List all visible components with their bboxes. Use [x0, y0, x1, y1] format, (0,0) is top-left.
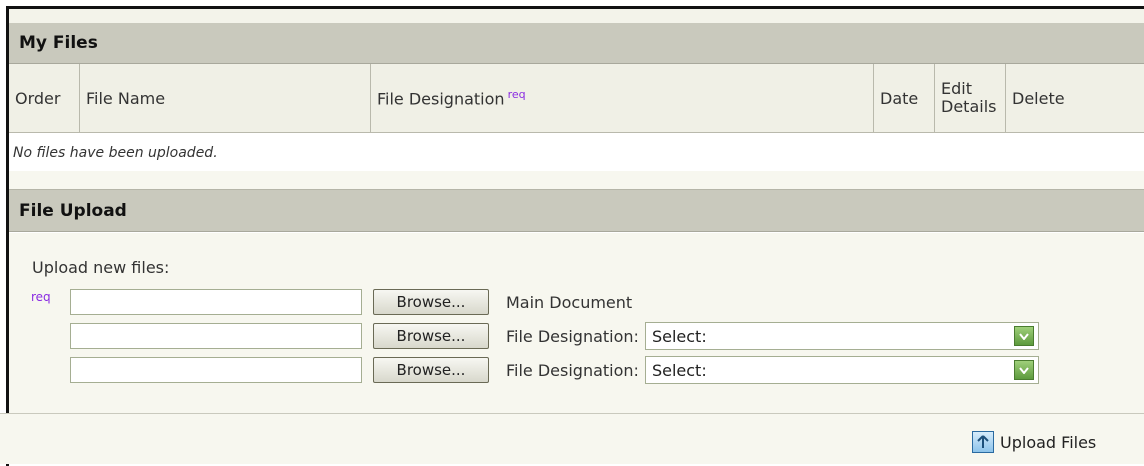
file-designation-label: File Designation:: [506, 327, 639, 346]
column-order[interactable]: Order: [9, 64, 80, 133]
req-marker: req: [508, 88, 526, 101]
file-path-input[interactable]: [70, 289, 362, 315]
chevron-down-icon[interactable]: [1014, 326, 1034, 346]
upload-files-label[interactable]: Upload Files: [1000, 433, 1096, 452]
select-value: Select:: [652, 327, 707, 346]
section-gap: [9, 171, 1144, 189]
browse-button[interactable]: Browse...: [373, 357, 489, 383]
main-document-label: Main Document: [506, 293, 632, 312]
upload-arrow-icon[interactable]: [972, 431, 994, 453]
req-marker: req: [31, 290, 51, 304]
files-table-header-row: Order File Name File Designationreq Date…: [9, 64, 1144, 133]
column-delete[interactable]: Delete: [1006, 64, 1144, 133]
content-frame: My Files Order File Name File Designatio…: [6, 6, 1144, 466]
upload-row-3: Browse... File Designation: Select:: [70, 355, 1039, 385]
column-file-designation[interactable]: File Designationreq: [371, 64, 874, 133]
empty-files-row: No files have been uploaded.: [9, 133, 1144, 174]
file-path-input[interactable]: [70, 357, 362, 383]
file-upload-title: File Upload: [19, 201, 127, 221]
upload-row-1: Browse... Main Document: [70, 287, 632, 317]
empty-files-message: No files have been uploaded.: [9, 133, 1144, 174]
file-upload-header: File Upload: [9, 189, 1144, 232]
upload-row-2: Browse... File Designation: Select:: [70, 321, 1039, 351]
my-files-title: My Files: [19, 33, 98, 53]
browse-button[interactable]: Browse...: [373, 289, 489, 315]
select-value: Select:: [652, 361, 707, 380]
file-designation-label: File Designation:: [506, 361, 639, 380]
file-designation-select[interactable]: Select:: [645, 356, 1039, 384]
column-date[interactable]: Date: [874, 64, 935, 133]
column-edit-details[interactable]: Edit Details: [935, 64, 1006, 133]
upload-new-files-label: Upload new files:: [32, 258, 169, 277]
browse-button[interactable]: Browse...: [373, 323, 489, 349]
chevron-down-icon[interactable]: [1014, 360, 1034, 380]
files-table: Order File Name File Designationreq Date…: [9, 64, 1144, 174]
upload-files-button[interactable]: Upload Files: [972, 431, 1096, 453]
file-designation-select[interactable]: Select:: [645, 322, 1039, 350]
column-file-name[interactable]: File Name: [80, 64, 371, 133]
file-path-input[interactable]: [70, 323, 362, 349]
top-strip: [9, 9, 1144, 23]
my-files-header: My Files: [9, 23, 1144, 64]
